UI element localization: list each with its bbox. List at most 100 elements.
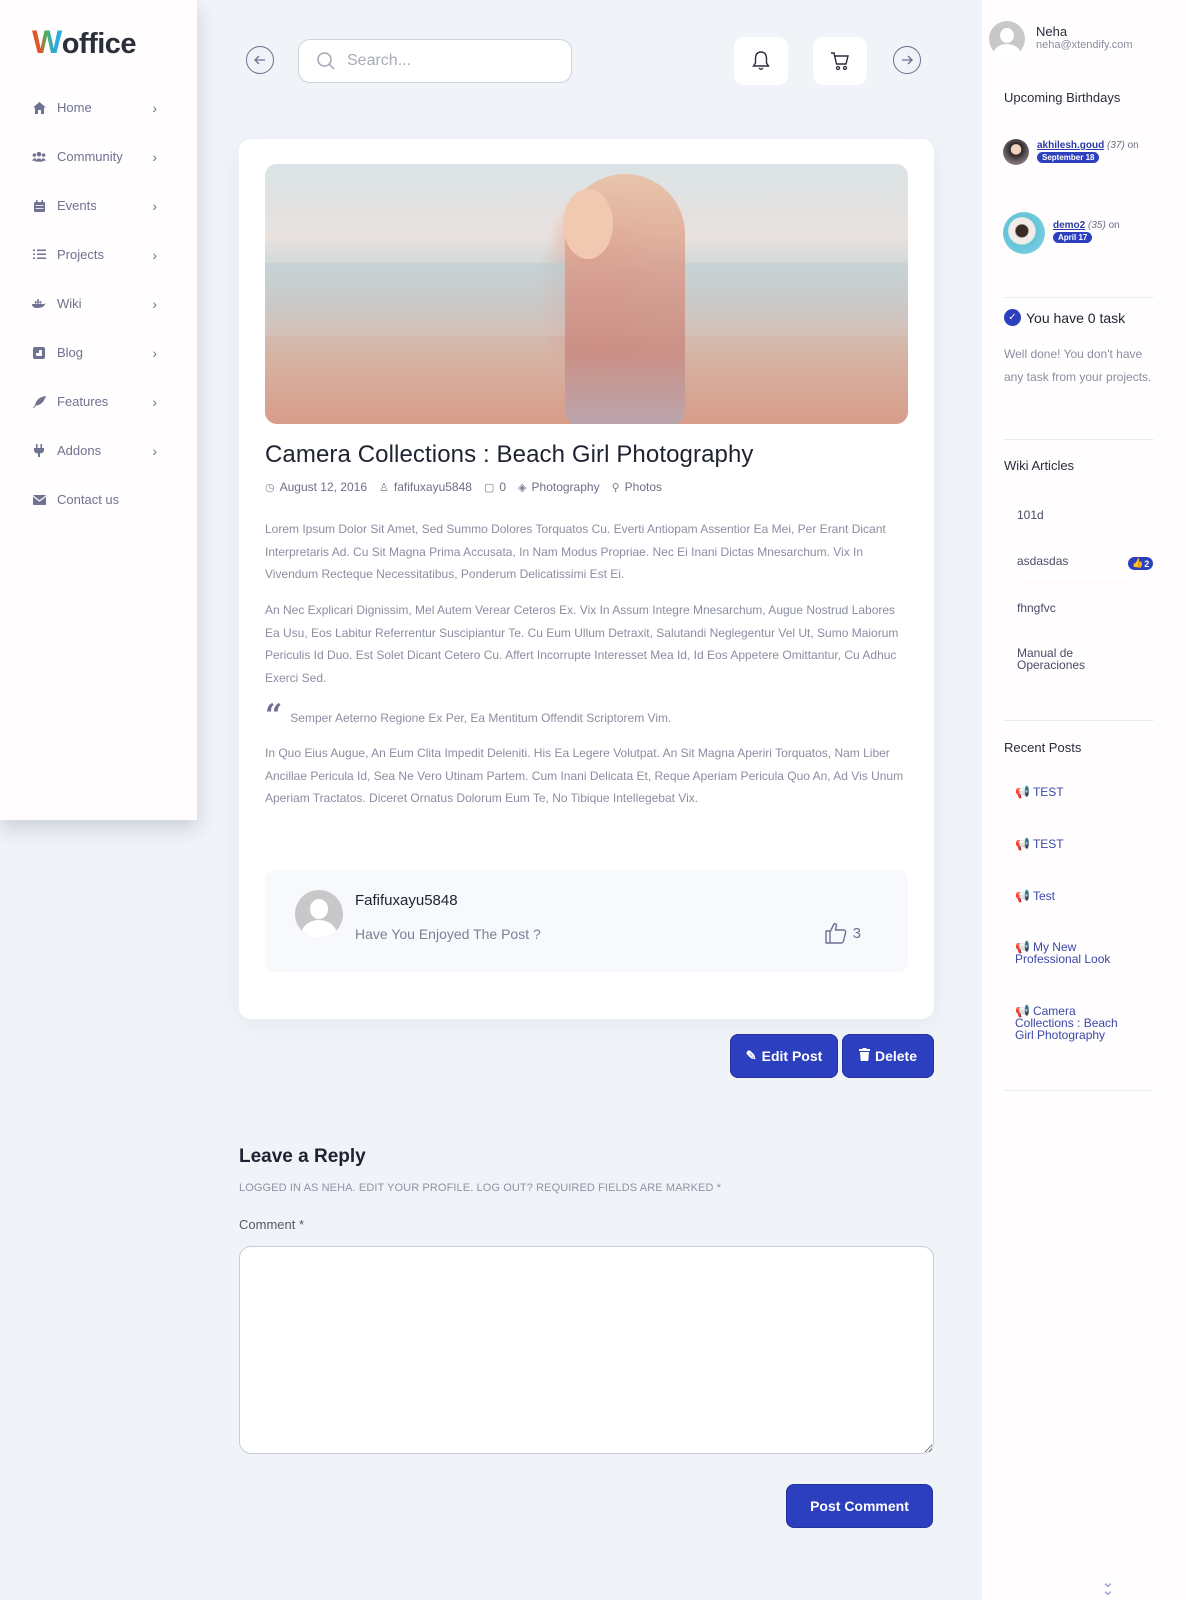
search-icon: [317, 52, 335, 70]
divider: [1004, 439, 1154, 440]
clock-icon: ◷: [265, 481, 275, 494]
post-meta: ◷ August 12, 2016 ♙ fafifuxayu5848 ▢ 0 ◈ Pho…: [265, 480, 674, 494]
notifications-button[interactable]: [734, 37, 788, 85]
cart-icon: [831, 52, 849, 71]
post-tag-link[interactable]: ⚲ Photos: [612, 480, 662, 494]
sidebar-item-events[interactable]: Events ›: [0, 181, 197, 230]
tasks-icon: [32, 248, 46, 262]
chevron-right-icon: ›: [152, 344, 157, 361]
main-nav: Home › Community › Events › Projects › W…: [0, 83, 197, 524]
sidebar-item-contact-us[interactable]: Contact us: [0, 475, 197, 524]
edit-post-button[interactable]: ✎ Edit Post: [730, 1034, 838, 1078]
sidebar-item-addons[interactable]: Addons ›: [0, 426, 197, 475]
user-icon: ♙: [379, 481, 389, 494]
delete-post-button[interactable]: Delete: [842, 1034, 934, 1078]
birthday-user-link[interactable]: akhilesh.goud: [1037, 140, 1104, 151]
birthday-item: akhilesh.goud (37) on September 18: [1003, 139, 1139, 165]
user-profile[interactable]: Neha neha@xtendify.com: [989, 21, 1133, 57]
wiki-likes-badge: 👍 2: [1128, 557, 1154, 570]
chevron-right-icon: ›: [152, 99, 157, 116]
comment-label: Comment *: [239, 1217, 305, 1232]
sidebar-item-features[interactable]: Features ›: [0, 377, 197, 426]
author-box: Fafifuxayu5848 Have You Enjoyed The Post…: [265, 870, 908, 972]
like-count: 3: [852, 924, 861, 942]
check-circle-icon: ✓: [1004, 309, 1021, 326]
comment-textarea[interactable]: [239, 1246, 934, 1454]
chevron-right-icon: ›: [152, 393, 157, 410]
post-featured-image: [265, 164, 908, 424]
tasks-text: Well done! You don't have any task from …: [1004, 347, 1152, 384]
user-avatar: [989, 21, 1025, 57]
birthday-date-badge: September 18: [1037, 152, 1100, 163]
wiki-article-link[interactable]: asdasdas: [1004, 541, 1144, 581]
author-avatar[interactable]: [295, 890, 343, 938]
enjoy-question: Have You Enjoyed The Post ?: [355, 926, 541, 942]
leave-reply-title: Leave a Reply: [239, 1146, 366, 1167]
sidebar-item-projects[interactable]: Projects ›: [0, 230, 197, 279]
recent-post-link[interactable]: 📢 Camera Collections : Beach Girl Photogr…: [1015, 1005, 1135, 1041]
woffice-logo[interactable]: Woffice: [32, 24, 137, 61]
user-email: neha@xtendify.com: [1036, 39, 1133, 51]
post-author-link[interactable]: ♙ fafifuxayu5848: [379, 480, 472, 494]
sidebar-item-home[interactable]: Home ›: [0, 83, 197, 132]
post-comment-button[interactable]: Post Comment: [786, 1484, 933, 1528]
search-box[interactable]: [298, 39, 572, 83]
user-name: Neha: [1036, 24, 1068, 39]
chevron-right-icon: ›: [152, 442, 157, 459]
birthday-date-badge: April 17: [1053, 232, 1093, 243]
cart-button[interactable]: [813, 37, 867, 85]
pencil-icon: ✎: [745, 1048, 757, 1063]
home-icon: [32, 101, 46, 115]
arrow-left-icon: [254, 55, 265, 65]
megaphone-icon: 📢: [1015, 785, 1030, 799]
right-sidebar: Neha neha@xtendify.com Upcoming Birthday…: [982, 0, 1186, 1600]
recent-post-link[interactable]: 📢 TEST: [1015, 786, 1145, 798]
back-button[interactable]: [246, 46, 274, 74]
recent-post-link[interactable]: 📢 TEST: [1015, 838, 1145, 850]
divider: [1004, 297, 1154, 298]
post-paragraph: Lorem Ipsum Dolor Sit Amet, Sed Summo Do…: [265, 522, 886, 581]
post-paragraph: An Nec Explicari Dignissim, Mel Autem Ve…: [265, 603, 899, 685]
thumbs-up-icon: [824, 922, 846, 944]
sidebar-item-blog[interactable]: Blog ›: [0, 328, 197, 377]
post-date: ◷ August 12, 2016: [265, 480, 368, 494]
like-button[interactable]: 3: [824, 922, 861, 944]
post-title: Camera Collections : Beach Girl Photogra…: [265, 441, 754, 468]
wiki-article-link[interactable]: 101d: [1004, 495, 1144, 535]
tasks-title: ✓ You have 0 task: [1004, 309, 1125, 326]
recent-post-link[interactable]: 📢 Test: [1015, 890, 1145, 902]
divider: [1004, 1090, 1154, 1091]
chevron-right-icon: ›: [152, 295, 157, 312]
feather-icon: [32, 395, 46, 409]
comment-icon: ▢: [483, 481, 495, 494]
recent-post-link[interactable]: 📢 My New Professional Look: [1015, 941, 1135, 965]
sidebar-item-community[interactable]: Community ›: [0, 132, 197, 181]
scroll-down-icon[interactable]: ⌄ ⌄: [1102, 1575, 1114, 1597]
blog-icon: [32, 346, 46, 360]
post-category-link[interactable]: ◈ Photography: [518, 480, 600, 494]
birthday-user-link[interactable]: demo2: [1053, 220, 1085, 231]
post-comments-link[interactable]: ▢ 0: [484, 480, 506, 494]
divider: [1004, 720, 1154, 721]
wiki-article-link[interactable]: Manual de Operaciones: [1004, 634, 1144, 684]
search-input[interactable]: [347, 52, 547, 70]
docker-icon: [32, 297, 46, 311]
envelope-icon: [32, 493, 46, 507]
logged-in-note: LOGGED IN AS NEHA. EDIT YOUR PROFILE. LO…: [239, 1182, 722, 1194]
chevron-right-icon: ›: [152, 148, 157, 165]
forward-button[interactable]: [893, 46, 921, 74]
birthday-item: demo2 (35) on April 17: [1003, 212, 1120, 254]
author-name: Fafifuxayu5848: [355, 892, 458, 909]
birthday-avatar[interactable]: [1003, 212, 1045, 254]
sidebar-item-wiki[interactable]: Wiki ›: [0, 279, 197, 328]
megaphone-icon: 📢: [1015, 889, 1030, 903]
birthday-avatar[interactable]: [1003, 139, 1029, 165]
layers-icon: ◈: [518, 481, 527, 494]
trash-icon: [858, 1048, 870, 1064]
post-card: Camera Collections : Beach Girl Photogra…: [239, 139, 934, 1019]
thumbs-up-icon: 👍: [1132, 558, 1144, 568]
chevron-right-icon: ›: [152, 197, 157, 214]
wiki-article-link[interactable]: fhngfvc: [1004, 588, 1144, 628]
birthdays-title: Upcoming Birthdays: [1004, 90, 1121, 105]
chevron-right-icon: ›: [152, 246, 157, 263]
